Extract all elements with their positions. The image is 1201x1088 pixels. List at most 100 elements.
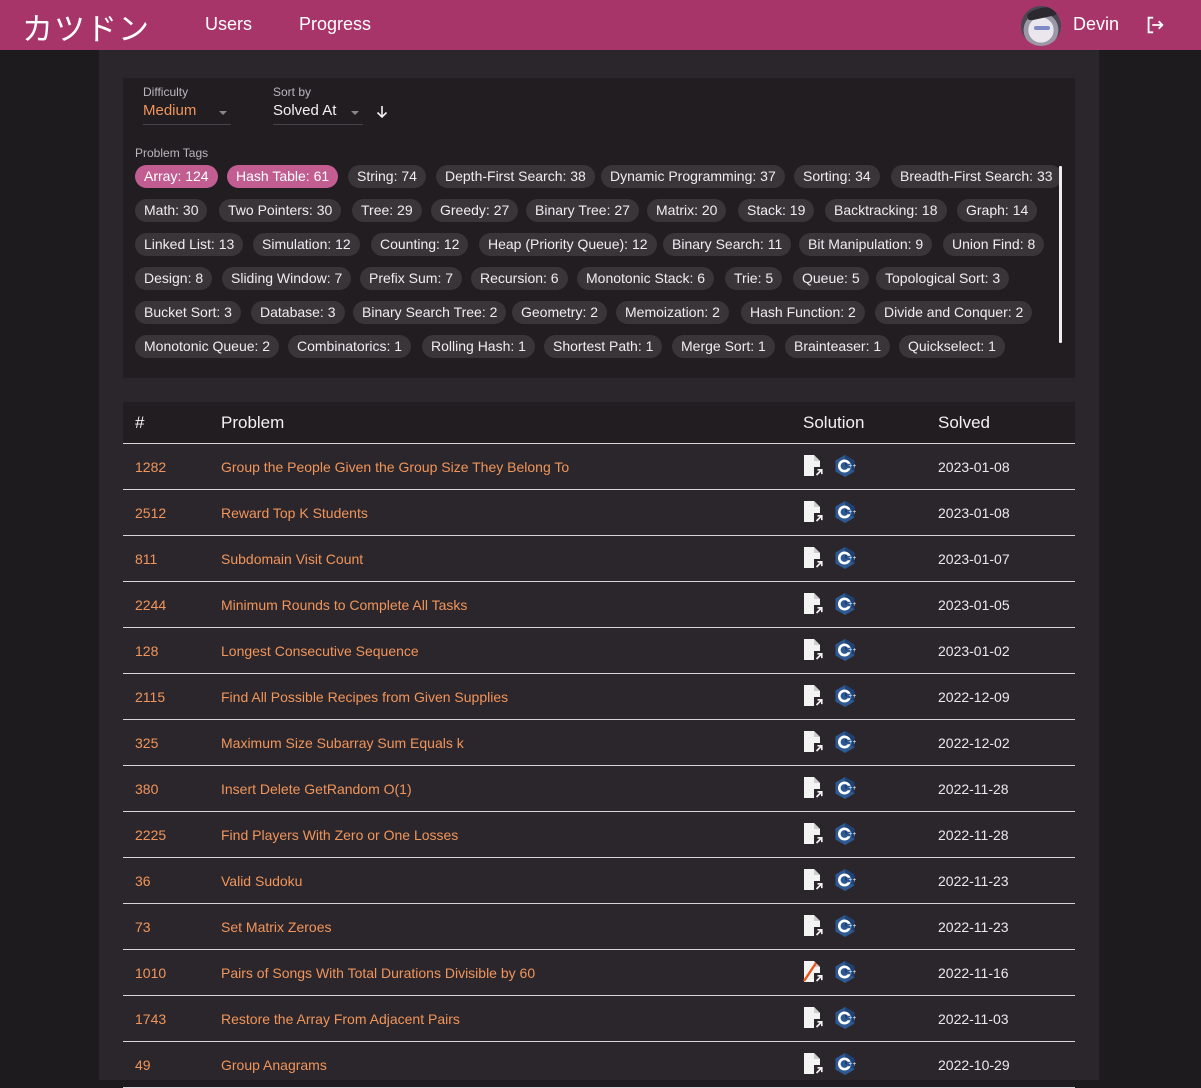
tag-chip[interactable]: Shortest Path: 1 — [544, 335, 663, 358]
tag-chip[interactable]: Rolling Hash: 1 — [422, 335, 535, 358]
site-logo[interactable]: カツドン — [22, 4, 150, 49]
cpp-icon[interactable]: ++ — [834, 730, 856, 754]
cpp-icon[interactable]: ++ — [834, 822, 856, 846]
document-link-icon[interactable] — [802, 454, 824, 478]
tag-chip[interactable]: Simulation: 12 — [253, 233, 360, 256]
tag-chip[interactable]: Binary Tree: 27 — [526, 199, 639, 222]
tag-chip[interactable]: Topological Sort: 3 — [876, 267, 1010, 290]
document-link-icon[interactable] — [802, 822, 824, 846]
problem-title-link[interactable]: Pairs of Songs With Total Durations Divi… — [221, 965, 535, 981]
problem-title-link[interactable]: Group the People Given the Group Size Th… — [221, 459, 569, 475]
problem-title-link[interactable]: Restore the Array From Adjacent Pairs — [221, 1011, 460, 1027]
document-link-icon[interactable] — [802, 684, 824, 708]
difficulty-select[interactable]: Difficulty Medium — [143, 85, 231, 119]
tag-chip[interactable]: Bit Manipulation: 9 — [799, 233, 933, 256]
tag-chip[interactable]: Binary Search: 11 — [663, 233, 792, 256]
cpp-icon[interactable]: ++ — [834, 868, 856, 892]
document-link-icon[interactable] — [802, 776, 824, 800]
user-avatar[interactable] — [1021, 6, 1061, 46]
nav-progress-link[interactable]: Progress — [299, 14, 371, 35]
tag-chip[interactable]: Tree: 29 — [352, 199, 422, 222]
tag-chip[interactable]: Linked List: 13 — [135, 233, 244, 256]
tag-chip[interactable]: Math: 30 — [135, 199, 208, 222]
document-link-icon[interactable] — [802, 500, 824, 524]
document-link-off-icon[interactable] — [802, 960, 824, 984]
problem-title-link[interactable]: Longest Consecutive Sequence — [221, 643, 419, 659]
problem-title-link[interactable]: Reward Top K Students — [221, 505, 368, 521]
cpp-icon[interactable]: ++ — [834, 592, 856, 616]
document-link-icon[interactable] — [802, 1052, 824, 1076]
tag-chip[interactable]: Merge Sort: 1 — [672, 335, 775, 358]
tag-chip[interactable]: Heap (Priority Queue): 12 — [479, 233, 657, 256]
problem-title-link[interactable]: Set Matrix Zeroes — [221, 919, 331, 935]
problem-title-link[interactable]: Find Players With Zero or One Losses — [221, 827, 458, 843]
tag-chip[interactable]: Memoization: 2 — [616, 301, 729, 324]
cpp-icon[interactable]: ++ — [834, 454, 856, 478]
tag-chip[interactable]: Bucket Sort: 3 — [135, 301, 241, 324]
tag-chip[interactable]: Quickselect: 1 — [899, 335, 1005, 358]
tag-chip[interactable]: Counting: 12 — [371, 233, 469, 256]
tag-chip[interactable]: Backtracking: 18 — [825, 199, 947, 222]
tag-chip[interactable]: Prefix Sum: 7 — [360, 267, 463, 290]
tag-chip[interactable]: Hash Function: 2 — [741, 301, 865, 324]
tag-chip[interactable]: Binary Search Tree: 2 — [353, 301, 507, 324]
tag-chip[interactable]: Sorting: 34 — [794, 165, 880, 188]
sort-direction-arrow-icon[interactable] — [374, 104, 390, 120]
tag-chip[interactable]: Design: 8 — [135, 267, 213, 290]
tag-chip[interactable]: Queue: 5 — [793, 267, 869, 290]
tag-chip[interactable]: Monotonic Queue: 2 — [135, 335, 280, 358]
cpp-icon[interactable]: ++ — [834, 960, 856, 984]
tag-chip[interactable]: Geometry: 2 — [512, 301, 608, 324]
column-header-problem[interactable]: Problem — [221, 413, 284, 433]
cpp-icon[interactable]: ++ — [834, 914, 856, 938]
problem-title-link[interactable]: Valid Sudoku — [221, 873, 302, 889]
nav-users-link[interactable]: Users — [205, 14, 252, 35]
tag-chip[interactable]: Breadth-First Search: 33 — [891, 165, 1062, 188]
tag-chip[interactable]: Brainteaser: 1 — [785, 335, 891, 358]
tag-chip[interactable]: Monotonic Stack: 6 — [577, 267, 715, 290]
sort-select[interactable]: Sort by Solved At — [273, 85, 363, 119]
tag-chip[interactable]: Stack: 19 — [738, 199, 815, 222]
username-label[interactable]: Devin — [1073, 14, 1119, 35]
cpp-icon[interactable]: ++ — [834, 776, 856, 800]
tag-chip[interactable]: String: 74 — [348, 165, 426, 188]
cpp-icon[interactable]: ++ — [834, 1052, 856, 1076]
cpp-icon[interactable]: ++ — [834, 500, 856, 524]
tag-chip[interactable]: Trie: 5 — [725, 267, 783, 290]
tag-chip[interactable]: Database: 3 — [251, 301, 345, 324]
problem-title-link[interactable]: Find All Possible Recipes from Given Sup… — [221, 689, 508, 705]
tag-chip[interactable]: Divide and Conquer: 2 — [875, 301, 1033, 324]
column-header-solved[interactable]: Solved — [938, 413, 990, 433]
document-link-icon[interactable] — [802, 914, 824, 938]
logout-icon[interactable] — [1144, 14, 1166, 36]
tag-chip[interactable]: Hash Table: 61 — [227, 165, 339, 188]
document-link-icon[interactable] — [802, 638, 824, 662]
document-link-icon[interactable] — [802, 546, 824, 570]
document-link-icon[interactable] — [802, 592, 824, 616]
column-header-solution[interactable]: Solution — [803, 413, 864, 433]
problem-title-link[interactable]: Maximum Size Subarray Sum Equals k — [221, 735, 464, 751]
cpp-icon[interactable]: ++ — [834, 546, 856, 570]
cpp-icon[interactable]: ++ — [834, 684, 856, 708]
cpp-icon[interactable]: ++ — [834, 638, 856, 662]
tags-scrollbar[interactable] — [1059, 166, 1062, 343]
tag-chip[interactable]: Matrix: 20 — [647, 199, 727, 222]
problem-title-link[interactable]: Insert Delete GetRandom O(1) — [221, 781, 412, 797]
tag-chip[interactable]: Union Find: 8 — [943, 233, 1045, 256]
tag-chip[interactable]: Sliding Window: 7 — [222, 267, 352, 290]
problem-title-link[interactable]: Minimum Rounds to Complete All Tasks — [221, 597, 467, 613]
document-link-icon[interactable] — [802, 1006, 824, 1030]
column-header-number[interactable]: # — [135, 413, 144, 433]
problem-title-link[interactable]: Group Anagrams — [221, 1057, 327, 1073]
tag-chip[interactable]: Recursion: 6 — [471, 267, 568, 290]
tag-chip[interactable]: Array: 124 — [135, 165, 218, 188]
tag-chip[interactable]: Dynamic Programming: 37 — [601, 165, 785, 188]
tag-chip[interactable]: Graph: 14 — [957, 199, 1038, 222]
problem-title-link[interactable]: Subdomain Visit Count — [221, 551, 363, 567]
document-link-icon[interactable] — [802, 730, 824, 754]
cpp-icon[interactable]: ++ — [834, 1006, 856, 1030]
tag-chip[interactable]: Greedy: 27 — [431, 199, 519, 222]
tag-chip[interactable]: Two Pointers: 30 — [219, 199, 342, 222]
tag-chip[interactable]: Combinatorics: 1 — [288, 335, 412, 358]
tag-chip[interactable]: Depth-First Search: 38 — [436, 165, 595, 188]
